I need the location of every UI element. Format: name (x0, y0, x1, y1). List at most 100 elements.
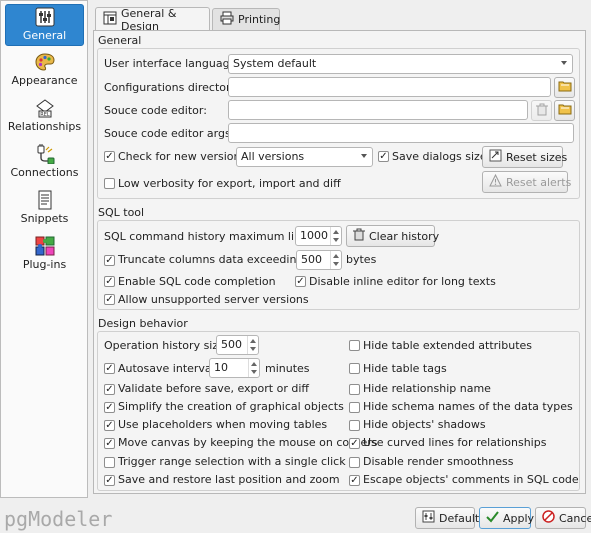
disable-smoothness-checkbox[interactable] (349, 457, 360, 468)
range-selection-checkbox[interactable] (104, 457, 115, 468)
reset-alerts-button[interactable]: Reset alerts (482, 171, 572, 193)
config-dir-input[interactable] (228, 77, 551, 97)
hide-table-tags-label: Hide table tags (363, 362, 447, 375)
check-versions-checkbox[interactable]: ✓ (104, 151, 115, 162)
folder-icon (558, 80, 572, 95)
truncate-spinbox[interactable]: 500 (296, 250, 342, 270)
spin-down-icon (333, 238, 339, 242)
hide-rel-name-checkbox[interactable] (349, 384, 360, 395)
history-max-label: SQL command history maximum lines: (104, 230, 318, 243)
check-icon (486, 510, 499, 526)
escape-comments-checkbox[interactable]: ✓ (349, 475, 360, 486)
sidebar-item-relationships[interactable]: REL Relationships (5, 96, 84, 138)
trash-icon (353, 228, 365, 244)
sidebar-item-connections[interactable]: Connections (5, 142, 84, 184)
simplify-creation-label: Simplify the creation of graphical objec… (118, 400, 344, 413)
design-icon (103, 11, 117, 28)
sidebar-item-general[interactable]: General (5, 4, 84, 46)
save-restore-position-checkbox[interactable]: ✓ (104, 475, 115, 486)
clear-history-button[interactable]: Clear history (346, 225, 439, 247)
chevron-down-icon (361, 154, 367, 158)
sidebar-item-label: Connections (10, 166, 79, 179)
simplify-creation-checkbox[interactable]: ✓ (104, 402, 115, 413)
move-canvas-checkbox[interactable]: ✓ (104, 438, 115, 449)
browse-source-editor-button[interactable] (554, 100, 575, 121)
sidebar-item-label: General (22, 29, 67, 42)
clear-source-editor-button[interactable] (531, 100, 552, 121)
reset-alerts-label: Reset alerts (506, 175, 572, 189)
hide-schema-names-checkbox[interactable] (349, 402, 360, 413)
disable-inline-editor-checkbox[interactable]: ✓ (295, 276, 306, 287)
unsupported-versions-checkbox[interactable]: ✓ (104, 294, 115, 305)
disable-smoothness-label: Disable render smoothness (363, 455, 514, 468)
folder-icon (558, 103, 572, 118)
use-placeholders-label: Use placeholders when moving tables (118, 418, 328, 431)
tab-printing[interactable]: Printing (212, 8, 280, 30)
defaults-icon (422, 510, 435, 526)
truncate-unit: bytes (346, 253, 377, 266)
reset-sizes-label: Reset sizes (506, 150, 568, 164)
chevron-down-icon (561, 61, 567, 65)
puzzle-icon (34, 236, 56, 256)
autosave-value: 10 (214, 361, 228, 374)
truncate-checkbox[interactable]: ✓ (104, 255, 115, 266)
sidebar-item-label: Plug-ins (22, 258, 67, 271)
reset-sizes-button[interactable]: Reset sizes (482, 146, 567, 168)
disable-inline-editor-label: Disable inline editor for long texts (309, 275, 496, 288)
ui-language-select[interactable]: System default (228, 54, 573, 74)
hide-ext-attribs-label: Hide table extended attributes (363, 339, 533, 352)
op-history-spinbox[interactable]: 500 (216, 335, 259, 355)
spin-up-icon (251, 362, 257, 366)
autosave-spinbox[interactable]: 10 (209, 358, 260, 378)
sidebar-item-plugins[interactable]: Plug-ins (5, 234, 84, 276)
check-versions-label: Check for new versions: (118, 150, 250, 163)
autosave-checkbox[interactable]: ✓ (104, 363, 115, 374)
settings-sidebar: General Appearance REL Relationships Con… (0, 0, 88, 498)
hide-shadows-checkbox[interactable] (349, 420, 360, 431)
defaults-button[interactable]: Defaults (415, 507, 485, 529)
hide-ext-attribs-checkbox[interactable] (349, 340, 360, 351)
section-title-sql-tool: SQL tool (98, 206, 145, 219)
spin-down-icon (333, 262, 339, 266)
sidebar-item-label: Snippets (20, 212, 69, 225)
versions-value: All versions (241, 150, 305, 163)
apply-label: Apply (503, 511, 535, 525)
tab-general-design[interactable]: General & Design (95, 6, 210, 33)
source-editor-input[interactable] (228, 100, 528, 120)
sliders-icon (34, 7, 56, 27)
tab-label: General & Design (121, 6, 177, 33)
sql-completion-checkbox[interactable]: ✓ (104, 276, 115, 287)
source-editor-args-input[interactable] (228, 123, 574, 143)
op-history-label: Operation history size: (104, 339, 229, 352)
unsupported-versions-label: Allow unsupported server versions (118, 293, 309, 306)
move-canvas-label: Move canvas by keeping the mouse on corn… (118, 436, 378, 449)
hide-table-tags-checkbox[interactable] (349, 363, 360, 374)
trash-icon (535, 103, 548, 119)
tab-label: Printing (238, 13, 281, 26)
sidebar-item-snippets[interactable]: Snippets (5, 188, 84, 230)
truncate-value: 500 (301, 253, 322, 266)
config-dir-label: Configurations directory: (104, 81, 240, 94)
cancel-button[interactable]: Cancel (535, 507, 591, 529)
sidebar-item-label: Relationships (7, 120, 82, 133)
browse-config-dir-button[interactable] (554, 77, 575, 98)
curved-lines-checkbox[interactable]: ✓ (349, 438, 360, 449)
spin-up-icon (333, 230, 339, 234)
relationship-icon: REL (34, 98, 56, 118)
versions-select[interactable]: All versions (236, 147, 373, 167)
snippet-icon (34, 190, 56, 210)
low-verbosity-checkbox[interactable] (104, 178, 115, 189)
save-dialogs-checkbox[interactable]: ✓ (378, 151, 389, 162)
history-max-spinbox[interactable]: 1000 (295, 226, 342, 246)
use-placeholders-checkbox[interactable]: ✓ (104, 420, 115, 431)
sidebar-item-appearance[interactable]: Appearance (5, 50, 84, 92)
hide-shadows-label: Hide objects' shadows (363, 418, 486, 431)
clear-history-label: Clear history (369, 229, 440, 243)
source-editor-args-label: Souce code editor args: (104, 127, 235, 140)
validate-before-save-checkbox[interactable]: ✓ (104, 384, 115, 395)
hide-schema-names-label: Hide schema names of the data types (363, 400, 573, 413)
plug-icon (34, 144, 56, 164)
low-verbosity-label: Low verbosity for export, import and dif… (118, 177, 341, 190)
curved-lines-label: Use curved lines for relationships (363, 436, 547, 449)
apply-button[interactable]: Apply (479, 507, 535, 529)
